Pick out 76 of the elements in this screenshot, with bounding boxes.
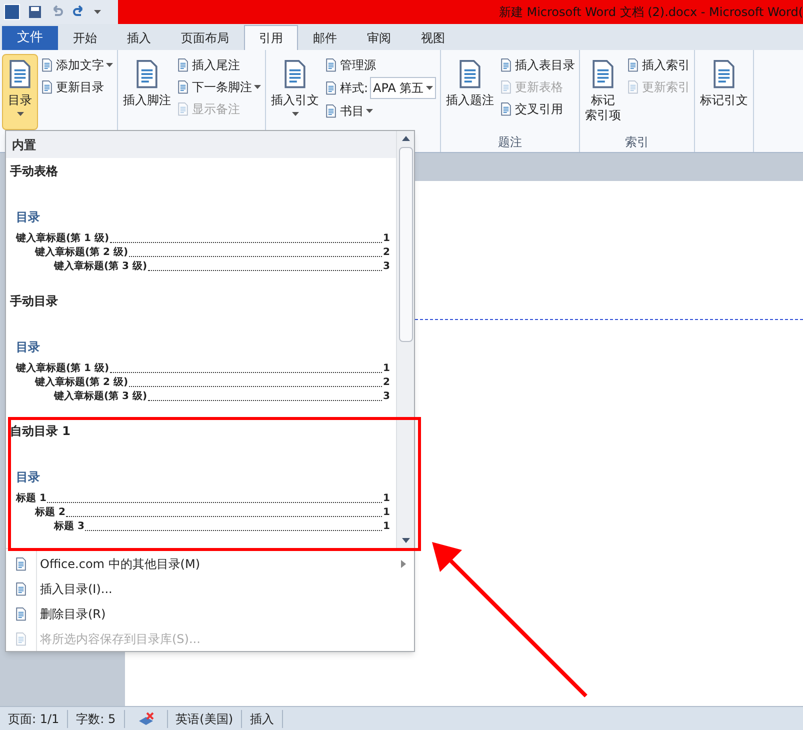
save-icon[interactable] [28,5,42,19]
scroll-thumb[interactable] [398,147,412,342]
toc-gallery-item[interactable]: 手动目录 目录 键入章标题(第 1 级) 1 键入章标题(第 2 级) 2 键入章标题(第 3 级) 3 [6,288,396,418]
file-tab[interactable]: 文件 [2,26,58,50]
group-label: 题注 [498,134,522,151]
ribbon-large-button[interactable]: 插入脚注 [120,54,174,130]
style-label: 样式: [340,80,368,97]
ribbon-tab[interactable]: 引用 [244,25,298,50]
ribbon-small-button[interactable]: 插入尾注 [174,54,263,76]
ribbon-small-button[interactable]: 下一条脚注 [174,76,263,98]
ribbon-small-button[interactable]: 更新目录 [38,76,115,98]
toc-entry-line: 键入章标题(第 3 级) 3 [52,390,390,404]
document-icon [498,80,513,94]
document-icon [40,80,54,94]
toc-entry-line: 标题 1 1 [16,492,390,506]
document-icon [176,80,190,94]
ribbon-tab[interactable]: 邮件 [298,25,352,50]
ribbon-tab[interactable]: 审阅 [352,25,406,50]
document-icon [14,606,28,620]
document-icon [324,81,338,95]
document-icon [498,102,513,116]
document-icon [40,58,54,72]
proofing-error-icon[interactable] [136,712,155,726]
ribbon-tab[interactable]: 插入 [112,25,166,50]
ribbon-tab[interactable]: 页面布局 [166,25,244,50]
document-icon [324,104,338,118]
caret-icon [94,10,101,14]
style-dropdown[interactable]: APA 第五 [370,77,436,99]
ribbon-small-button[interactable]: 插入表目录 [496,54,577,76]
menu-item[interactable]: 删除目录(R) [6,601,414,626]
menu-item[interactable]: 插入目录(I)... [6,576,414,601]
ribbon-small-button[interactable]: 插入索引 [624,54,692,76]
ribbon-large-button[interactable]: 标记引文 [696,54,751,130]
menu-section-header: 内置 [6,131,396,158]
toc-heading: 目录 [15,209,41,226]
toc-entry-line: 标题 2 1 [34,506,390,520]
toc-entry-line: 键入章标题(第 1 级) 1 [16,362,390,376]
toc-entry-line: 键入章标题(第 2 级) 2 [34,246,390,260]
gallery-item-title: 自动目录 1 [10,423,72,440]
document-icon [498,58,513,72]
toc-entry-line: 键入章标题(第 1 级) 1 [16,232,390,246]
document-icon [176,58,190,72]
insert-mode-indicator[interactable]: 插入 [242,710,284,728]
language-indicator[interactable]: 英语(美国) [166,710,242,728]
document-icon [14,582,28,596]
ribbon-small-button[interactable]: 交叉引用 [496,98,577,120]
document-icon [14,632,28,646]
menu-item[interactable]: Office.com 中的其他目录(M) [6,551,414,576]
ribbon-tab[interactable]: 视图 [406,25,460,50]
toc-heading: 目录 [15,469,41,486]
group-label: 索引 [624,134,649,151]
document-icon [626,80,640,94]
document-icon [324,58,338,72]
caret-icon [426,86,433,90]
scrollbar[interactable] [396,131,414,548]
ribbon-large-button[interactable]: 插入题注 [442,54,497,130]
toc-gallery-item[interactable]: 手动表格 目录 键入章标题(第 1 级) 1 键入章标题(第 2 级) 2 键入章标题(第 3 级) 3 [6,158,396,288]
ribbon-large-button[interactable]: 目录 [2,54,38,130]
ribbon-small-button[interactable]: 书目 [322,100,438,122]
document-icon [626,58,640,72]
word-count[interactable]: 字数: 5 [68,710,125,728]
toc-entry-line: 键入章标题(第 2 级) 2 [34,376,390,390]
ribbon-small-button[interactable]: 添加文字 [38,54,115,76]
window-title: 新建 Microsoft Word 文档 (2).docx - Microsoft Word( [498,4,803,21]
toc-entry-line: 键入章标题(第 3 级) 3 [52,260,390,274]
gallery-item-title: 手动目录 [10,293,59,310]
gallery-item-title: 手动表格 [10,163,59,180]
toc-entry-line: 标题 3 1 [52,520,390,534]
page-count[interactable]: 页面: 1/1 [0,710,68,728]
document-icon [14,556,28,570]
toc-heading: 目录 [15,339,41,356]
ribbon-large-button[interactable]: 插入引文 [268,54,322,130]
ribbon-tab[interactable]: 开始 [58,25,112,50]
ribbon-large-button[interactable]: 标记 索引项 [582,54,624,130]
document-icon [176,102,190,116]
ribbon-small-button[interactable]: 管理源 [322,54,438,76]
